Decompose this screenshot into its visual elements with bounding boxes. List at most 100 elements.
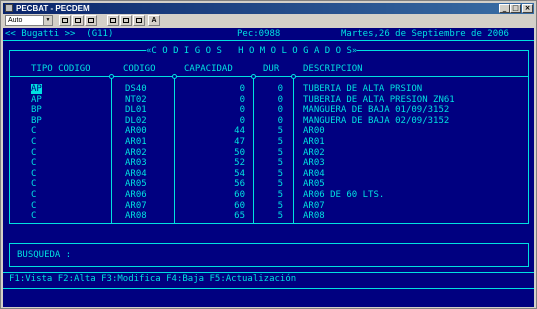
cell-dur: 0 — [277, 115, 283, 126]
cell-descripcion: AR06 DE 60 LTS. — [303, 190, 385, 200]
function-key-bar: F1:Vista F2:Alta F3:Modifica F4:Baja F5:… — [9, 274, 297, 284]
cell-tipo: C — [31, 137, 37, 147]
header-tipo: TIPO CODIGO — [31, 64, 91, 74]
cell-tipo: C — [31, 179, 37, 190]
table-title: «C O D I G O S H O M O L O G A D O S» — [146, 46, 358, 56]
minimize-icon[interactable]: _ — [499, 4, 510, 13]
cell-capacidad: 52 — [234, 158, 245, 169]
cell-tipo: BP — [31, 115, 42, 126]
cell-tipo: AP — [31, 94, 42, 105]
font-size-select[interactable]: Auto ▼ — [5, 15, 53, 26]
copy-icon[interactable] — [72, 15, 84, 26]
cell-descripcion: AR08 — [303, 211, 325, 222]
cell-dur: 5 — [277, 137, 283, 147]
cell-codigo: AR06 — [125, 190, 147, 200]
column-separator — [253, 76, 254, 224]
cell-codigo: AR05 — [125, 179, 147, 190]
cell-codigo: DL01 — [125, 105, 147, 116]
column-separator — [174, 76, 175, 224]
divider — [3, 288, 534, 289]
cell-descripcion: AR04 — [303, 168, 325, 179]
cell-codigo: AR00 — [125, 126, 147, 137]
mark-icon[interactable] — [59, 15, 71, 26]
cell-codigo: AR02 — [125, 147, 147, 158]
window-title: PECBAT - PECDEM — [16, 4, 90, 13]
cell-codigo: DS40 — [125, 84, 147, 94]
column-separator — [293, 76, 294, 224]
cell-tipo: AP — [31, 84, 42, 94]
cell-tipo: C — [31, 211, 37, 222]
cell-dur: 5 — [277, 190, 283, 200]
cell-tipo: C — [31, 147, 37, 158]
cell-dur: 0 — [277, 84, 283, 94]
cell-dur: 5 — [277, 200, 283, 211]
cell-descripcion: AR00 — [303, 126, 325, 137]
cell-codigo: AR08 — [125, 211, 147, 222]
separator-knot — [109, 74, 114, 79]
app-icon — [5, 4, 13, 12]
cell-capacidad: 50 — [234, 147, 245, 158]
maximize-icon[interactable]: □ — [510, 4, 521, 13]
divider — [3, 40, 534, 41]
separator-knot — [172, 74, 177, 79]
cell-descripcion: AR07 — [303, 200, 325, 211]
cell-descripcion: AR02 — [303, 147, 325, 158]
cell-capacidad: 47 — [234, 137, 245, 147]
header-codigo: CODIGO — [123, 64, 156, 74]
font-button[interactable]: A — [148, 15, 160, 26]
terminal-window: PECBAT - PECDEM _ □ × Auto ▼ A << Bugatt… — [0, 0, 537, 309]
column-separator — [111, 76, 112, 224]
cell-codigo: DL02 — [125, 115, 147, 126]
cell-capacidad: 0 — [239, 94, 245, 105]
close-icon[interactable]: × — [522, 4, 533, 13]
header-capacidad: CAPACIDAD — [184, 64, 233, 74]
header-divider — [9, 76, 529, 77]
cell-dur: 5 — [277, 211, 283, 222]
header-dur: DUR — [263, 64, 280, 74]
cell-capacidad: 44 — [234, 126, 245, 137]
cell-capacidad: 54 — [234, 168, 245, 179]
properties-icon[interactable] — [120, 15, 132, 26]
cell-tipo: C — [31, 200, 37, 211]
cell-capacidad: 0 — [239, 115, 245, 126]
paste-icon[interactable] — [85, 15, 97, 26]
cell-capacidad: 56 — [234, 179, 245, 190]
console-screen[interactable]: << Bugatti >> (G11) Pec:0988 Martes,26 d… — [3, 28, 534, 307]
cell-dur: 5 — [277, 168, 283, 179]
cell-capacidad: 0 — [239, 84, 245, 94]
cell-descripcion: TUBERIA DE ALTA PRESION ZN61 — [303, 94, 455, 105]
cell-tipo: C — [31, 168, 37, 179]
cell-codigo: AR07 — [125, 200, 147, 211]
cell-descripcion: TUBERIA DE ALTA PRSION — [303, 84, 423, 94]
search-input[interactable] — [83, 250, 283, 260]
cell-codigo: AR01 — [125, 137, 147, 147]
separator-knot — [291, 74, 296, 79]
cell-dur: 5 — [277, 179, 283, 190]
cell-codigo: AR03 — [125, 158, 147, 169]
cell-dur: 5 — [277, 147, 283, 158]
status-date: Martes,26 de Septiembre de 2006 — [341, 29, 509, 39]
cell-dur: 5 — [277, 126, 283, 137]
cell-descripcion: AR03 — [303, 158, 325, 169]
cell-codigo: AR04 — [125, 168, 147, 179]
cell-dur: 0 — [277, 94, 283, 105]
font-size-value: Auto — [8, 17, 23, 24]
divider — [3, 272, 534, 273]
header-descripcion: DESCRIPCION — [303, 64, 363, 74]
cell-descripcion: MANGUERA DE BAJA 01/09/3152 — [303, 105, 450, 116]
cell-descripcion: AR01 — [303, 137, 325, 147]
separator-knot — [251, 74, 256, 79]
search-label: BUSQUEDA : — [17, 250, 72, 260]
cell-descripcion: AR05 — [303, 179, 325, 190]
cell-capacidad: 60 — [234, 200, 245, 211]
title-bar[interactable]: PECBAT - PECDEM _ □ × — [3, 3, 534, 14]
chevron-down-icon[interactable]: ▼ — [43, 16, 52, 25]
cell-capacidad: 65 — [234, 211, 245, 222]
cell-capacidad: 0 — [239, 105, 245, 116]
cell-tipo: C — [31, 126, 37, 137]
cell-tipo: C — [31, 158, 37, 169]
toolbar: Auto ▼ A — [3, 14, 534, 28]
fullscreen-icon[interactable] — [107, 15, 119, 26]
background-icon[interactable] — [133, 15, 145, 26]
status-program: << Bugatti >> (G11) — [5, 29, 114, 39]
